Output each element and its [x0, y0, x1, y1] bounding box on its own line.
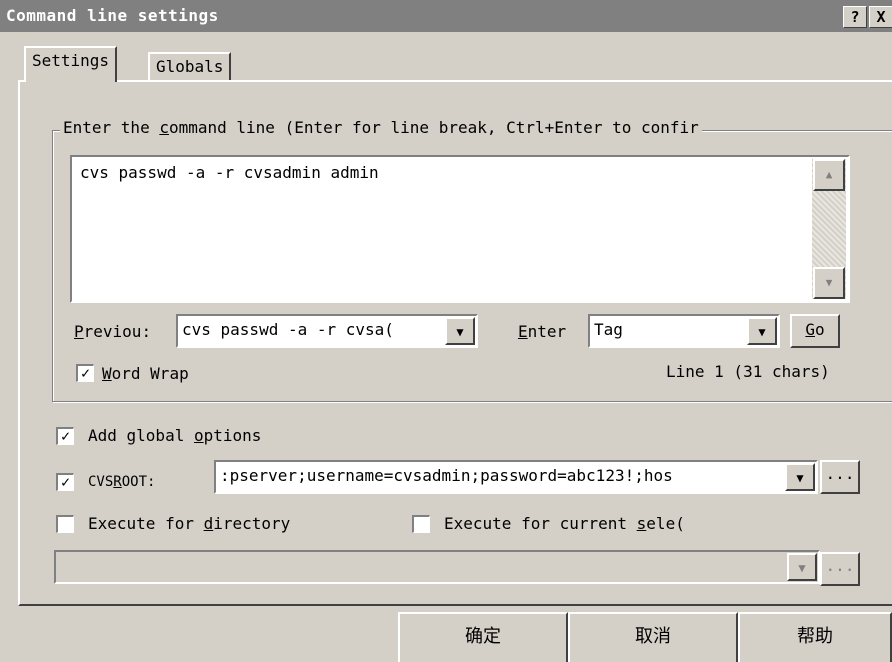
ok-button[interactable]: 确定 — [398, 612, 568, 662]
tab-settings-label: Settings — [32, 51, 110, 70]
command-line-group-legend: Enter the command line (Enter for line b… — [60, 118, 702, 137]
tab-globals[interactable]: Globals — [148, 52, 232, 82]
tab-panel — [18, 80, 892, 606]
window-title: Command line settings — [6, 6, 219, 25]
cancel-button[interactable]: 取消 — [568, 612, 738, 662]
help-button[interactable]: 帮助 — [738, 612, 892, 662]
help-icon[interactable]: ? — [843, 6, 867, 28]
tab-globals-label: Globals — [156, 57, 224, 76]
tab-settings[interactable]: Settings — [24, 46, 118, 82]
close-icon[interactable]: X — [869, 6, 892, 28]
command-line-settings-dialog: Command line settings ? X Settings Globa… — [0, 0, 892, 662]
title-bar[interactable]: Command line settings — [0, 0, 892, 32]
